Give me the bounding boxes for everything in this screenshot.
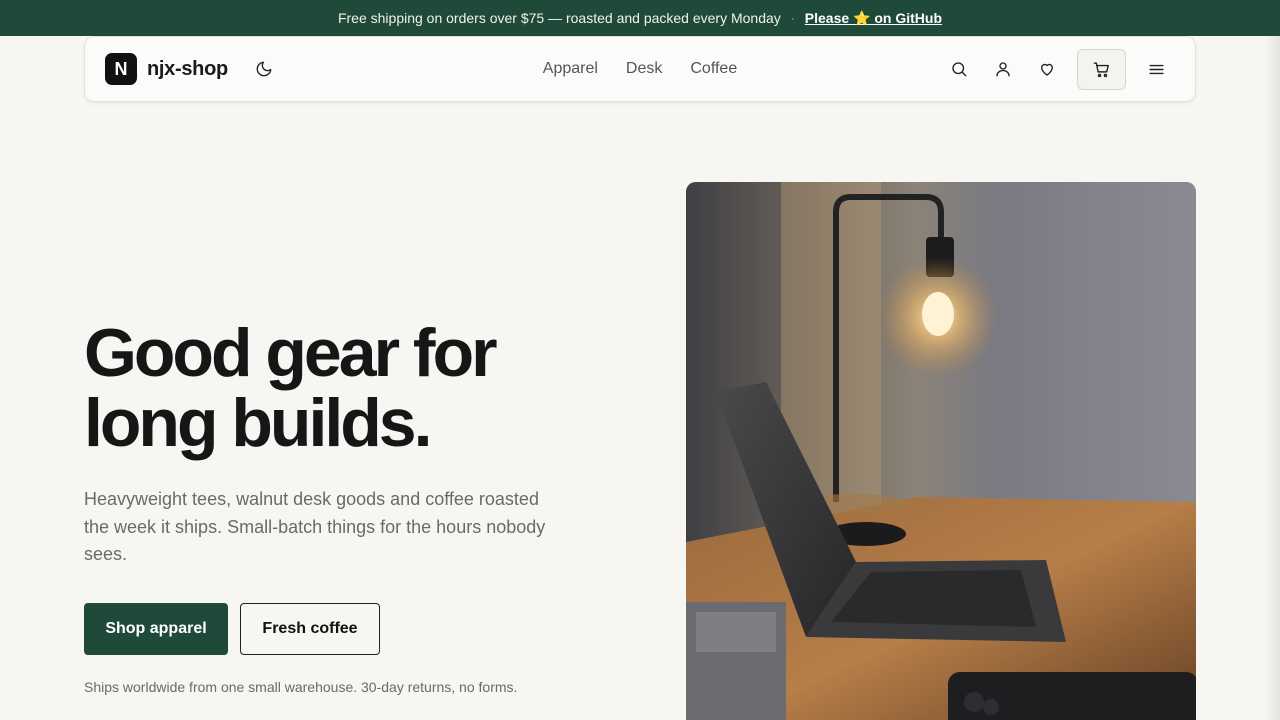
brand-link[interactable]: N njx-shop (105, 53, 228, 85)
user-icon (996, 62, 1010, 77)
theme-toggle-button[interactable] (250, 55, 278, 83)
cart-icon (1093, 61, 1109, 77)
search-icon (952, 62, 967, 77)
cart-button[interactable] (1077, 48, 1126, 90)
search-button[interactable] (940, 50, 978, 88)
hero-title-line-1: Good gear for (84, 315, 498, 391)
wishlist-button[interactable] (1028, 50, 1066, 88)
site-header: N njx-shop Apparel Desk Coffee (84, 36, 1196, 102)
hero-shipping-note: Ships worldwide from one small warehouse… (84, 678, 518, 695)
nav-link-apparel[interactable]: Apparel (543, 60, 598, 78)
nav-link-desk[interactable]: Desk (626, 60, 662, 78)
hero-subtitle: Heavyweight tees, walnut desk goods and … (84, 489, 546, 564)
nav-link-coffee[interactable]: Coffee (690, 60, 737, 78)
hero-content: Good gear for long builds. Heavyweight t… (84, 318, 604, 695)
heart-icon (1041, 63, 1053, 76)
hero-cta-group: Shop apparel Fresh coffee (84, 602, 604, 655)
announcement-bar: Free shipping on orders over $75 — roast… (0, 0, 1280, 36)
moon-icon (256, 61, 272, 77)
announcement-text: Free shipping on orders over $75 — roast… (337, 10, 781, 26)
brand-logo: N (105, 53, 137, 85)
shop-apparel-button[interactable]: Shop apparel (84, 602, 228, 655)
hero-title-line-2: long builds. (84, 385, 433, 461)
header-actions (940, 48, 1175, 90)
announcement-separator: · (790, 11, 795, 25)
hero-title: Good gear for long builds. (84, 318, 604, 458)
menu-button[interactable] (1137, 50, 1175, 88)
desk-lamp-laptop-photo (686, 182, 1196, 720)
account-button[interactable] (984, 50, 1022, 88)
github-link[interactable]: Please ⭐ on GitHub (805, 10, 942, 27)
fresh-coffee-button[interactable]: Fresh coffee (240, 602, 380, 655)
brand-name: njx-shop (147, 57, 228, 80)
hero-image (686, 182, 1196, 720)
page-edge-shadow (1264, 36, 1280, 720)
menu-icon (1148, 64, 1164, 74)
